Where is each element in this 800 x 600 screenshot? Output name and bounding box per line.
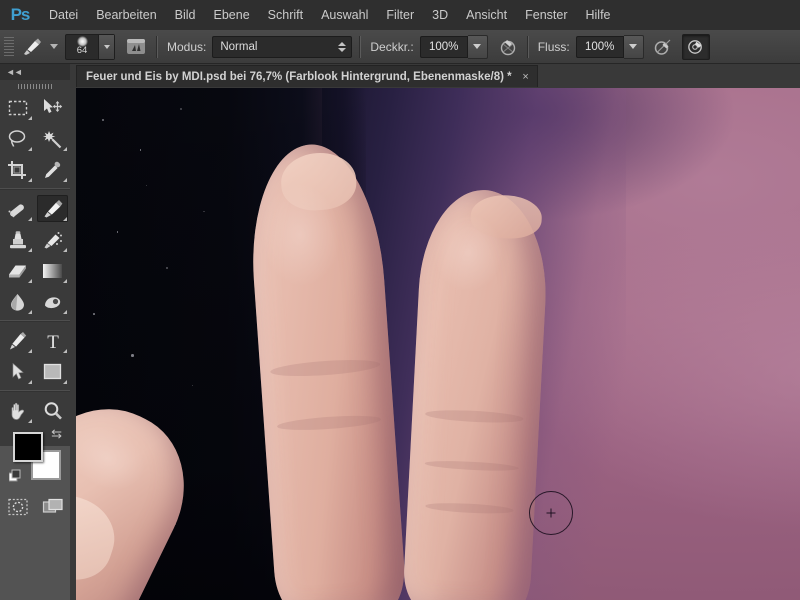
tool-rectangle-shape[interactable] xyxy=(35,356,70,387)
menu-item-auswahl[interactable]: Auswahl xyxy=(312,0,377,30)
menu-bar: Ps Datei Bearbeiten Bild Ebene Schrift A… xyxy=(0,0,800,31)
tool-type[interactable]: T xyxy=(35,325,70,356)
svg-text:T: T xyxy=(47,332,59,351)
quick-mask-icon xyxy=(7,498,29,516)
move-icon xyxy=(37,94,68,121)
collapse-arrows-icon: ◄◄ xyxy=(6,67,23,77)
tool-crop[interactable] xyxy=(0,154,35,185)
default-colors-icon[interactable] xyxy=(9,469,24,484)
menu-item-hilfe[interactable]: Hilfe xyxy=(577,0,620,30)
tool-pen[interactable] xyxy=(0,325,35,356)
menu-item-bild[interactable]: Bild xyxy=(166,0,205,30)
flow-input[interactable]: 100% xyxy=(575,35,624,58)
options-bar: 64 Modus: Normal Deckkr.: 100% Fluss: 10… xyxy=(0,30,800,64)
tool-magic-wand[interactable] xyxy=(35,123,70,154)
tool-rectangular-marquee[interactable] xyxy=(0,92,35,123)
brush-panel-icon[interactable] xyxy=(123,35,149,59)
options-divider-1 xyxy=(156,35,158,58)
screen-mode-button[interactable] xyxy=(35,490,70,524)
tool-eraser[interactable] xyxy=(0,255,35,286)
screen-mode-icon xyxy=(42,498,64,516)
tool-blur[interactable] xyxy=(0,286,35,317)
tool-move[interactable] xyxy=(35,92,70,123)
document-image[interactable] xyxy=(76,88,800,600)
options-divider-2 xyxy=(359,35,362,58)
brush-size-value: 64 xyxy=(76,44,88,56)
photoshop-window: Ps Datei Bearbeiten Bild Ebene Schrift A… xyxy=(0,0,800,600)
tool-eyedropper[interactable] xyxy=(35,154,70,185)
toolbox-divider-3 xyxy=(0,390,70,392)
canvas-area[interactable] xyxy=(70,88,800,600)
menu-item-datei[interactable]: Datei xyxy=(40,0,87,30)
menu-item-ebene[interactable]: Ebene xyxy=(205,0,259,30)
menu-item-fenster[interactable]: Fenster xyxy=(516,0,576,30)
menu-item-ansicht[interactable]: Ansicht xyxy=(457,0,516,30)
tool-hand[interactable] xyxy=(0,395,35,426)
flow-label: Fluss: xyxy=(537,39,570,54)
toolbox-panel: ◄◄ T ⇆ xyxy=(0,64,71,516)
menu-item-3d[interactable]: 3D xyxy=(423,0,457,30)
brush-icon[interactable] xyxy=(19,35,45,59)
tool-brush[interactable] xyxy=(35,193,70,224)
pressure-opacity-icon[interactable] xyxy=(494,35,520,59)
tool-lasso[interactable] xyxy=(0,123,35,154)
brush-circle-crosshair-cursor xyxy=(529,491,573,535)
menu-item-schrift[interactable]: Schrift xyxy=(259,0,312,30)
options-divider-3 xyxy=(526,35,529,58)
opacity-input[interactable]: 100% xyxy=(419,35,468,58)
brush-preset-picker[interactable]: 64 xyxy=(65,33,115,60)
document-tab-title: Feuer und Eis by MDI.psd bei 76,7% (Farb… xyxy=(86,70,512,83)
app-logo: Ps xyxy=(10,5,31,24)
flow-dropdown-button[interactable] xyxy=(623,34,644,59)
quick-mask-button[interactable] xyxy=(0,490,35,524)
menu-item-filter[interactable]: Filter xyxy=(377,0,423,30)
opacity-label: Deckkr.: xyxy=(370,39,414,54)
foreground-color-swatch[interactable] xyxy=(13,432,43,462)
soft-round-brush-icon: 64 xyxy=(66,35,98,59)
canvas-left-gutter xyxy=(70,88,76,600)
tool-gradient[interactable] xyxy=(35,255,70,286)
magnifier-icon xyxy=(37,397,68,424)
brush-preset-chevron-down-icon[interactable] xyxy=(50,44,58,49)
menu-item-bearbeiten[interactable]: Bearbeiten xyxy=(87,0,165,30)
color-swatches: ⇆ xyxy=(0,426,70,490)
close-icon[interactable]: × xyxy=(520,71,532,83)
tool-spot-healing-brush[interactable] xyxy=(0,193,35,224)
tool-clone-stamp[interactable] xyxy=(0,224,35,255)
opacity-dropdown-button[interactable] xyxy=(467,34,488,59)
tool-dodge[interactable] xyxy=(35,286,70,317)
toolbox-grip[interactable] xyxy=(0,80,70,92)
document-tab-bar: Feuer und Eis by MDI.psd bei 76,7% (Farb… xyxy=(70,64,800,89)
pressure-size-icon[interactable] xyxy=(681,33,710,60)
options-bar-grip[interactable] xyxy=(4,36,14,57)
brush-preset-dropdown-button[interactable] xyxy=(98,34,114,59)
tool-history-brush[interactable] xyxy=(35,224,70,255)
blend-mode-select[interactable]: Normal xyxy=(212,35,353,58)
swap-colors-icon[interactable]: ⇆ xyxy=(51,427,62,440)
blend-mode-spinner-icon[interactable] xyxy=(336,41,348,52)
document-tab[interactable]: Feuer und Eis by MDI.psd bei 76,7% (Farb… xyxy=(76,65,538,87)
blend-mode-value: Normal xyxy=(220,40,258,53)
toolbox-collapse-button[interactable]: ◄◄ xyxy=(0,64,70,80)
mode-label: Modus: xyxy=(167,39,207,54)
toolbox-divider-2 xyxy=(0,320,70,322)
toolbox-divider-1 xyxy=(0,188,70,190)
toolbox-tool-grid: T xyxy=(0,92,70,426)
tool-zoom[interactable] xyxy=(35,395,70,426)
airbrush-icon[interactable] xyxy=(650,35,676,59)
mode-buttons-row xyxy=(0,490,70,524)
tool-path-selection[interactable] xyxy=(0,356,35,387)
